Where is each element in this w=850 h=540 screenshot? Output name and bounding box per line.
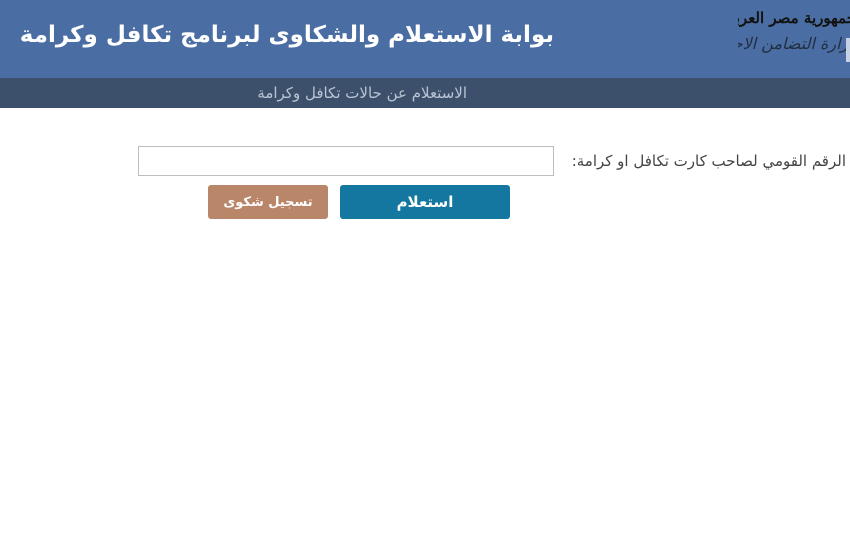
inquiry-button[interactable]: استعلام [340, 185, 510, 219]
register-complaint-button[interactable]: تسجيل شكوى [208, 185, 328, 219]
nav-link-inquiry[interactable]: الاستعلام عن حالات تكافل وكرامة [257, 84, 467, 102]
portal-title: بوابة الاستعلام والشكاوى لبرنامج تكافل و… [19, 22, 554, 48]
page: بوابة الاستعلام والشكاوى لبرنامج تكافل و… [0, 0, 850, 540]
logo-ministry-text: وزارة التضامن الاجتماعي [738, 34, 850, 53]
national-id-input[interactable] [138, 146, 554, 176]
logo-edge-mark [846, 38, 850, 62]
logo-country-text: جمهورية مصر العربية [738, 9, 850, 27]
ministry-logo: جمهورية مصر العربية وزارة التضامن الاجتم… [738, 0, 850, 78]
header: بوابة الاستعلام والشكاوى لبرنامج تكافل و… [0, 0, 850, 78]
nav-bar: الاستعلام عن حالات تكافل وكرامة [0, 78, 850, 108]
national-id-label: الرقم القومي لصاحب كارت تكافل او كرامة: [571, 152, 846, 170]
